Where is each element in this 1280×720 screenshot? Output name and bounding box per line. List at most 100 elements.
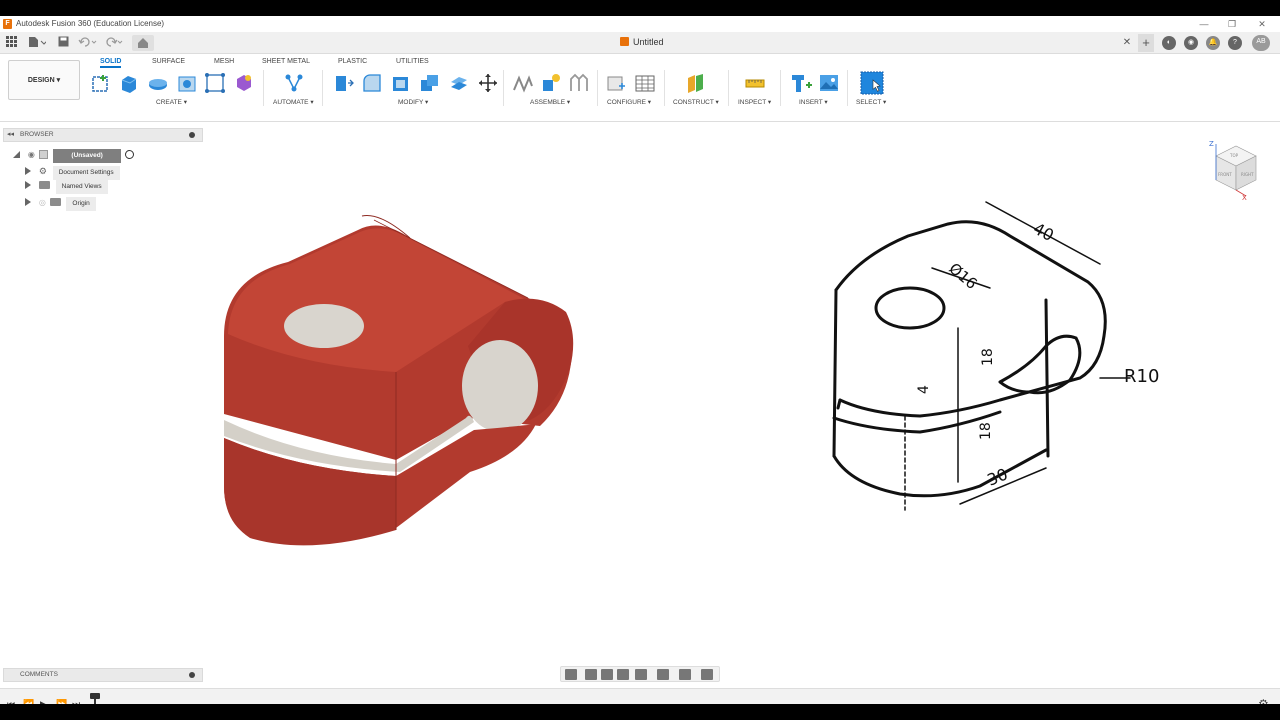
table-icon[interactable] <box>634 72 656 94</box>
dim-40: 40 <box>1030 219 1057 245</box>
minimize-icon[interactable]: — <box>1196 17 1212 31</box>
toolbar-separator <box>263 70 264 106</box>
viewcube-front[interactable]: FRONT <box>1218 172 1232 177</box>
job-status-icon[interactable]: ◉ <box>1184 36 1198 50</box>
viewports-icon[interactable] <box>701 669 713 680</box>
tab-utilities[interactable]: UTILITIES <box>396 56 429 68</box>
comments-panel[interactable]: COMMENTS <box>3 668 203 682</box>
group-select[interactable]: SELECT ▾ <box>856 98 886 106</box>
grid-settings-icon[interactable] <box>679 669 691 680</box>
viewcube-right[interactable]: RIGHT <box>1241 172 1254 177</box>
timeline-play-icon[interactable]: ▶ <box>40 699 47 704</box>
document-tab[interactable]: Untitled <box>620 37 664 47</box>
hole-icon[interactable] <box>176 72 198 94</box>
close-tab-icon[interactable]: ✕ <box>1122 36 1132 50</box>
maximize-icon[interactable]: ❐ <box>1224 17 1240 31</box>
z-axis-label: Z <box>1209 140 1214 148</box>
undo-icon[interactable] <box>78 36 98 50</box>
joint-icon[interactable] <box>540 72 562 94</box>
timeline-next-icon[interactable]: ⏩ <box>56 699 67 704</box>
insert-derive-icon[interactable] <box>790 72 812 94</box>
window-title: Autodesk Fusion 360 (Education License) <box>16 19 165 28</box>
add-comment-icon[interactable] <box>189 672 195 678</box>
construct-plane-icon[interactable] <box>685 72 707 94</box>
display-settings-icon[interactable] <box>657 669 669 680</box>
group-modify[interactable]: MODIFY ▾ <box>398 98 428 106</box>
toolbar-separator <box>322 70 323 106</box>
offset-face-icon[interactable] <box>448 72 470 94</box>
tab-plastic[interactable]: PLASTIC <box>338 56 367 68</box>
settings-icon[interactable]: ⚙ <box>1258 697 1269 704</box>
document-title: Untitled <box>633 37 664 47</box>
close-window-icon[interactable]: ✕ <box>1254 17 1270 31</box>
file-icon[interactable] <box>27 36 48 50</box>
tab-mesh[interactable]: MESH <box>214 56 234 68</box>
look-at-icon[interactable] <box>585 669 597 680</box>
new-component-icon[interactable] <box>512 72 534 94</box>
toolbar-separator <box>780 70 781 106</box>
add-tab-icon[interactable]: + <box>1138 34 1154 52</box>
timeline-bar: ⏮ ⏪ ▶ ⏩ ⏭ ⚙ <box>0 688 1280 704</box>
timeline-marker-head[interactable] <box>90 693 100 699</box>
comments-title: COMMENTS <box>20 671 58 678</box>
extensions-icon[interactable]: ◐ <box>1162 36 1176 50</box>
zoom-icon[interactable] <box>617 669 629 680</box>
timeline-prev-icon[interactable]: ⏪ <box>23 699 34 704</box>
create-sketch-icon[interactable] <box>90 72 112 94</box>
move-copy-icon[interactable] <box>477 72 499 94</box>
group-inspect[interactable]: INSPECT ▾ <box>738 98 771 106</box>
toolbar-separator <box>597 70 598 106</box>
viewcube-top[interactable]: TOP <box>1229 153 1239 158</box>
app-window: F Autodesk Fusion 360 (Education License… <box>0 0 1280 720</box>
toolbar-separator <box>664 70 665 106</box>
group-create[interactable]: CREATE ▾ <box>156 98 187 106</box>
automate-icon[interactable] <box>283 72 305 94</box>
form-icon[interactable] <box>233 72 255 94</box>
canvas-drawing[interactable]: 40 Ø16 R10 18 4 18 30 <box>0 122 1280 666</box>
workspace-switcher[interactable]: DESIGN ▾ <box>8 60 80 100</box>
help-icon[interactable]: ? <box>1228 36 1242 50</box>
insert-image-icon[interactable] <box>818 72 840 94</box>
group-automate[interactable]: AUTOMATE ▾ <box>273 98 314 106</box>
tab-surface[interactable]: SURFACE <box>152 56 185 68</box>
canvas-viewport[interactable]: 40 Ø16 R10 18 4 18 30 <box>0 122 1280 666</box>
orbit-icon[interactable] <box>565 669 577 680</box>
as-built-joint-icon[interactable] <box>568 72 590 94</box>
group-construct[interactable]: CONSTRUCT ▾ <box>673 98 719 106</box>
measure-icon[interactable] <box>744 72 766 94</box>
grid-icon[interactable] <box>5 36 17 50</box>
title-bar: F Autodesk Fusion 360 (Education License… <box>0 16 1280 32</box>
group-insert[interactable]: INSERT ▾ <box>799 98 828 106</box>
ribbon-toolbar: DESIGN ▾ SOLID SURFACE MESH SHEET METAL … <box>0 54 1280 122</box>
toolbar-separator <box>728 70 729 106</box>
pan-icon[interactable] <box>601 669 613 680</box>
red-clamp-model[interactable] <box>224 214 574 546</box>
dim-30: 30 <box>984 464 1010 489</box>
x-axis-label: X <box>1242 194 1247 200</box>
avatar[interactable]: AB <box>1252 35 1270 51</box>
select-icon[interactable] <box>860 71 884 95</box>
pattern-icon[interactable] <box>204 72 226 94</box>
group-assemble[interactable]: ASSEMBLE ▾ <box>530 98 570 106</box>
tab-solid[interactable]: SOLID <box>100 56 122 68</box>
fusion-frame: F Autodesk Fusion 360 (Education License… <box>0 16 1280 704</box>
notifications-icon[interactable]: 🔔 <box>1206 36 1220 50</box>
redo-icon[interactable] <box>104 36 124 50</box>
home-icon[interactable] <box>132 35 154 51</box>
press-pull-icon[interactable] <box>332 72 354 94</box>
tab-sheet-metal[interactable]: SHEET METAL <box>262 56 310 68</box>
extrude-icon[interactable] <box>118 72 140 94</box>
toolbar-separator <box>847 70 848 106</box>
shell-icon[interactable] <box>390 72 412 94</box>
revolve-icon[interactable] <box>147 72 169 94</box>
combine-icon[interactable] <box>419 72 441 94</box>
fit-icon[interactable] <box>635 669 647 680</box>
group-configure[interactable]: CONFIGURE ▾ <box>607 98 651 106</box>
timeline-first-icon[interactable]: ⏮ <box>7 699 15 704</box>
timeline-last-icon[interactable]: ⏭ <box>72 699 80 704</box>
configure-icon[interactable] <box>605 72 627 94</box>
view-cube[interactable]: TOP FRONT RIGHT Z X <box>1206 136 1262 200</box>
dim-18-lower: 18 <box>978 422 994 440</box>
save-icon[interactable] <box>57 36 69 50</box>
fillet-icon[interactable] <box>361 72 383 94</box>
